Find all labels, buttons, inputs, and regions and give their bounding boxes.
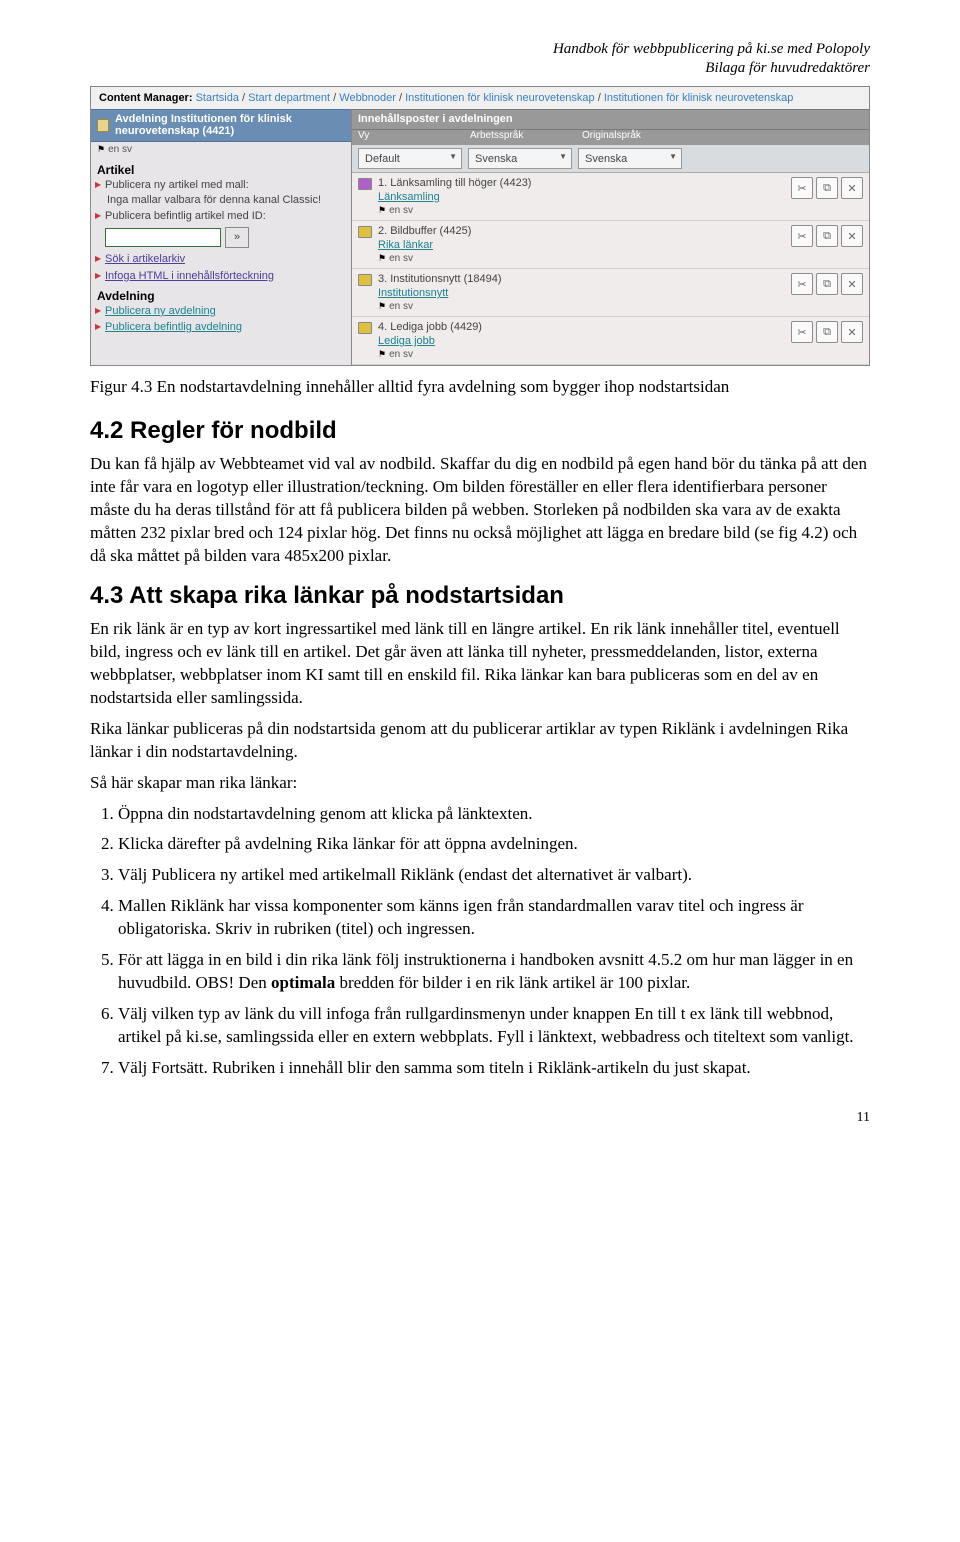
select-vy[interactable]: Default: [358, 148, 462, 169]
header-meta-line2: Bilaga för huvudredaktörer: [90, 59, 870, 78]
section-4-3-heading: 4.3 Att skapa rika länkar på nodstartsid…: [90, 582, 870, 610]
page-number: 11: [90, 1110, 870, 1126]
left-section-title: Avdelning Institutionen för klinisk neur…: [115, 113, 345, 137]
list-item: 2. Bildbuffer (4425) Rika länkar en sv ✂…: [352, 221, 869, 269]
language-flags: en sv: [378, 253, 785, 266]
steps-list: Öppna din nodstartavdelning genom att kl…: [90, 803, 870, 1080]
step-item: Klicka därefter på avdelning Rika länkar…: [118, 833, 870, 856]
sok-artikelarkiv-link[interactable]: Sök i artikelarkiv: [105, 253, 185, 265]
breadcrumb: Content Manager: Startsida / Start depar…: [91, 87, 869, 110]
step-item: Välj Publicera ny artikel med artikelmal…: [118, 864, 870, 887]
action-delete-button[interactable]: ✕: [841, 225, 863, 247]
section-4-3-p1: En rik länk är en typ av kort ingressart…: [90, 618, 870, 710]
col-vy: Vy: [358, 130, 458, 141]
right-column-headers: Vy Arbetsspråk Originalspråk: [352, 130, 869, 145]
section-4-2-body: Du kan få hjälp av Webbteamet vid val av…: [90, 453, 870, 568]
folder-icon: [358, 321, 372, 335]
item-link[interactable]: Rika länkar: [378, 239, 433, 251]
publicera-befintlig-artikel: Publicera befintlig artikel med ID:: [91, 209, 351, 225]
action-cut-button[interactable]: ✂: [791, 321, 813, 343]
avdelning-heading: Avdelning: [91, 285, 351, 304]
infoga-html[interactable]: Infoga HTML i innehållsförteckning: [91, 269, 351, 285]
artikel-id-input[interactable]: [105, 228, 221, 247]
go-button[interactable]: »: [225, 227, 249, 248]
step-item: Välj vilken typ av länk du vill infoga f…: [118, 1003, 870, 1049]
publicera-befintlig-avdelning[interactable]: Publicera befintlig avdelning: [91, 320, 351, 336]
section-4-2-heading: 4.2 Regler för nodbild: [90, 417, 870, 445]
step-item: Öppna din nodstartavdelning genom att kl…: [118, 803, 870, 826]
action-copy-button[interactable]: ⧉: [816, 177, 838, 199]
item-title: 3. Institutionsnytt (18494): [378, 273, 785, 287]
folder-icon: [358, 177, 372, 191]
no-template-info: Inga mallar valbara för denna kanal Clas…: [105, 193, 345, 207]
col-originalsprak: Originalspråk: [582, 130, 641, 141]
col-arbetssprak: Arbetsspråk: [470, 130, 570, 141]
step-item: För att lägga in en bild i din rika länk…: [118, 949, 870, 995]
action-delete-button[interactable]: ✕: [841, 273, 863, 295]
action-cut-button[interactable]: ✂: [791, 177, 813, 199]
artikel-heading: Artikel: [91, 159, 351, 178]
item-title: 2. Bildbuffer (4425): [378, 225, 785, 239]
figure-caption: Figur 4.3 En nodstartavdelning innehålle…: [90, 376, 870, 399]
language-flags: en sv: [378, 301, 785, 314]
publicera-ny-avdelning[interactable]: Publicera ny avdelning: [91, 304, 351, 320]
list-item: 1. Länksamling till höger (4423) Länksam…: [352, 173, 869, 221]
action-copy-button[interactable]: ⧉: [816, 321, 838, 343]
section-4-3-p3: Så här skapar man rika länkar:: [90, 772, 870, 795]
folder-icon: [358, 225, 372, 239]
section-4-3-p2: Rika länkar publiceras på din nodstartsi…: [90, 718, 870, 764]
item-title: 1. Länksamling till höger (4423): [378, 177, 785, 191]
select-arbetssprak[interactable]: Svenska: [468, 148, 572, 169]
list-item: 4. Lediga jobb (4429) Lediga jobb en sv …: [352, 317, 869, 365]
item-title: 4. Lediga jobb (4429): [378, 321, 785, 335]
publicera-ny-avdelning-link[interactable]: Publicera ny avdelning: [105, 305, 216, 317]
publicera-ny-artikel[interactable]: Publicera ny artikel med mall: Inga mall…: [91, 178, 351, 209]
step-item: Välj Fortsätt. Rubriken i innehåll blir …: [118, 1057, 870, 1080]
header-meta: Handbok för webbpublicering på ki.se med…: [90, 40, 870, 78]
breadcrumb-label: Content Manager:: [99, 92, 193, 104]
breadcrumb-item[interactable]: Start department: [248, 92, 330, 104]
action-delete-button[interactable]: ✕: [841, 177, 863, 199]
language-flags: en sv: [91, 142, 351, 159]
list-item: 3. Institutionsnytt (18494) Institutions…: [352, 269, 869, 317]
folder-icon: [97, 119, 109, 132]
breadcrumb-item[interactable]: Institutionen för klinisk neurovetenskap: [604, 92, 794, 104]
publicera-ny-artikel-label: Publicera ny artikel med mall:: [105, 179, 249, 191]
breadcrumb-item[interactable]: Institutionen för klinisk neurovetenskap: [405, 92, 595, 104]
right-section-header: Innehållsposter i avdelningen: [352, 109, 869, 130]
content-list: 1. Länksamling till höger (4423) Länksam…: [352, 173, 869, 365]
infoga-html-link[interactable]: Infoga HTML i innehållsförteckning: [105, 270, 274, 282]
step-item: Mallen Riklänk har vissa komponenter som…: [118, 895, 870, 941]
publicera-befintlig-avdelning-link[interactable]: Publicera befintlig avdelning: [105, 321, 242, 333]
language-flags: en sv: [378, 205, 785, 218]
sok-artikelarkiv[interactable]: Sök i artikelarkiv: [91, 252, 351, 268]
select-originalsprak[interactable]: Svenska: [578, 148, 682, 169]
action-cut-button[interactable]: ✂: [791, 225, 813, 247]
item-link[interactable]: Länksamling: [378, 191, 440, 203]
item-link[interactable]: Institutionsnytt: [378, 287, 448, 299]
action-copy-button[interactable]: ⧉: [816, 225, 838, 247]
polopoly-screenshot: Content Manager: Startsida / Start depar…: [90, 86, 870, 367]
folder-icon: [358, 273, 372, 287]
item-link[interactable]: Lediga jobb: [378, 335, 435, 347]
breadcrumb-item[interactable]: Startsida: [196, 92, 239, 104]
breadcrumb-item[interactable]: Webbnoder: [339, 92, 396, 104]
header-meta-line1: Handbok för webbpublicering på ki.se med…: [90, 40, 870, 59]
action-copy-button[interactable]: ⧉: [816, 273, 838, 295]
left-section-header: Avdelning Institutionen för klinisk neur…: [91, 109, 351, 142]
action-delete-button[interactable]: ✕: [841, 321, 863, 343]
right-section-title: Innehållsposter i avdelningen: [358, 113, 513, 125]
action-cut-button[interactable]: ✂: [791, 273, 813, 295]
language-flags: en sv: [378, 349, 785, 362]
